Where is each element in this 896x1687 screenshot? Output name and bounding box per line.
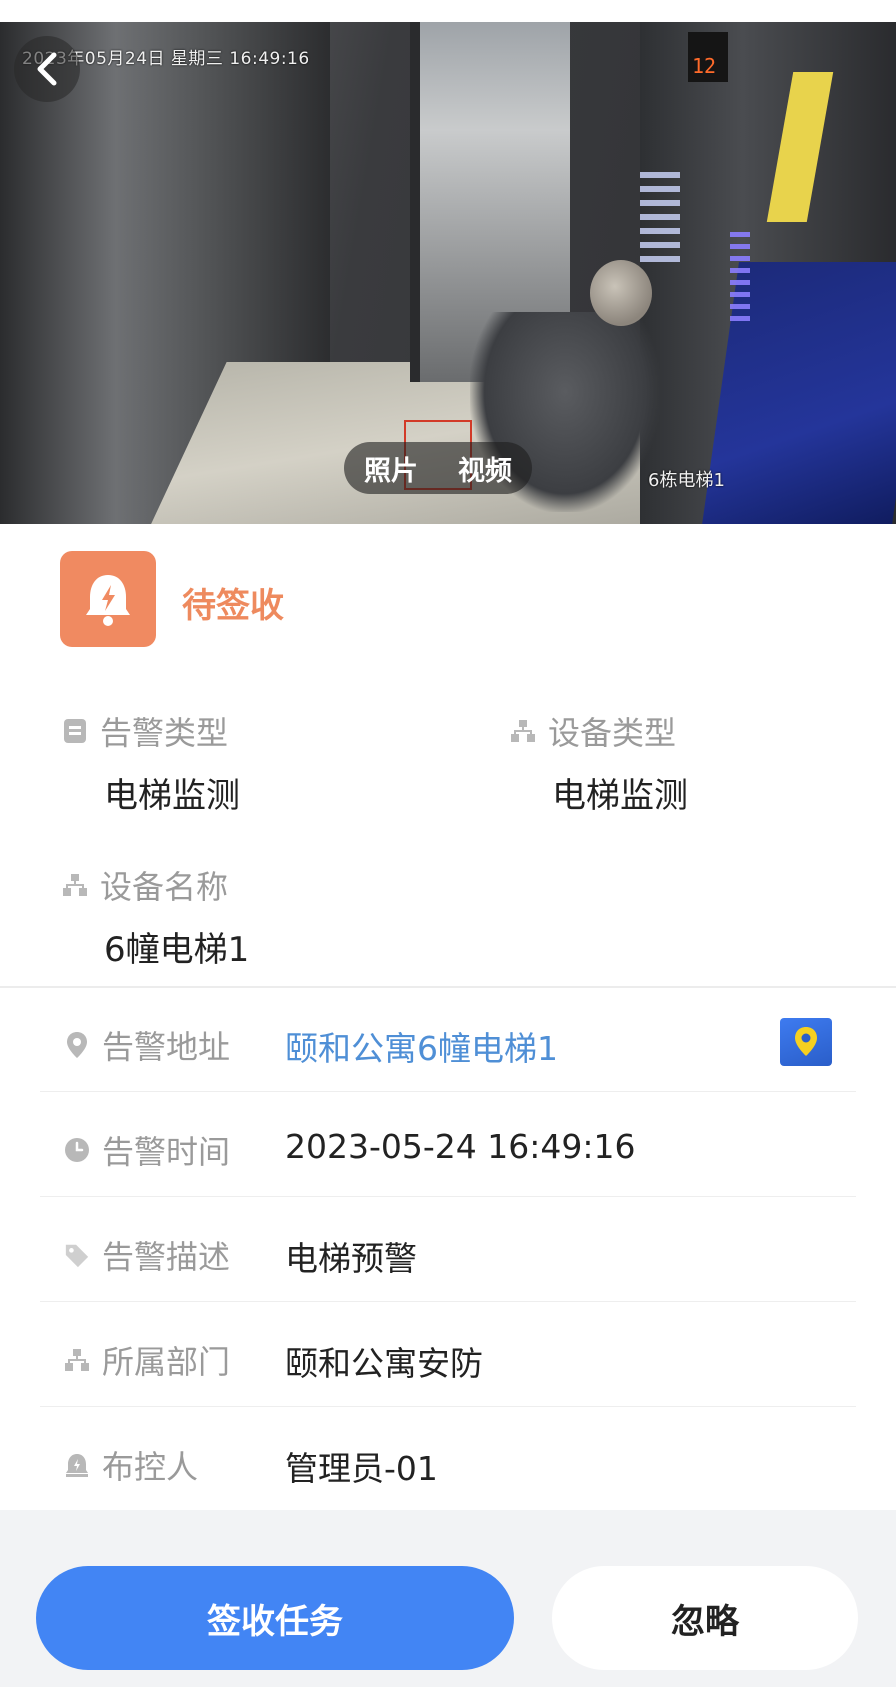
- snapshot-buttons: [640, 172, 680, 262]
- action-bar: 签收任务 忽略: [0, 1510, 896, 1687]
- alarm-type-field: 告警类型 电梯监测: [62, 708, 240, 817]
- status-text: 待签收: [182, 586, 284, 626]
- device-name-value: 6幢电梯1: [104, 930, 250, 970]
- controller-value: 管理员-01: [285, 1449, 438, 1488]
- device-type-value: 电梯监测: [552, 776, 688, 816]
- detail-row-controller: 布控人 管理员-01: [40, 1408, 856, 1512]
- snapshot-camera-label: 6栋电梯1: [648, 470, 725, 491]
- device-type-field: 设备类型 电梯监测: [510, 708, 688, 817]
- alert-bell-icon: [64, 1452, 90, 1478]
- department-label: 所属部门: [102, 1343, 231, 1381]
- back-button[interactable]: [14, 36, 80, 102]
- device-name-field: 设备名称 6幢电梯1: [62, 862, 249, 971]
- time-value: 2023-05-24 16:49:16: [285, 1127, 636, 1166]
- clock-icon: [64, 1137, 90, 1163]
- detail-row-description: 告警描述 电梯预警: [40, 1198, 856, 1302]
- description-label: 告警描述: [102, 1238, 231, 1276]
- address-label: 告警地址: [102, 1028, 231, 1066]
- org-icon: [510, 718, 536, 744]
- device-name-label: 设备名称: [100, 868, 229, 906]
- ignore-button[interactable]: 忽略: [552, 1566, 858, 1670]
- tag-icon: [64, 1242, 90, 1268]
- detail-row-time: 告警时间 2023-05-24 16:49:16: [40, 1093, 856, 1197]
- map-pin-icon: [795, 1027, 817, 1056]
- alarm-snapshot[interactable]: 12 2023年05月24日 星期三 16:49:16 6栋电梯1 照片 视频: [0, 22, 896, 524]
- media-tabs: 照片 视频: [344, 442, 532, 494]
- floor-number: 12: [692, 54, 717, 78]
- time-label: 告警时间: [102, 1133, 231, 1171]
- address-link[interactable]: 颐和公寓6幢电梯1: [285, 1022, 558, 1070]
- snapshot-head: [590, 260, 652, 326]
- alarm-bell-icon: [60, 551, 156, 647]
- tab-photo[interactable]: 照片: [364, 449, 418, 488]
- location-pin-icon: [64, 1032, 90, 1058]
- org-icon: [64, 1347, 90, 1373]
- controller-label: 布控人: [102, 1448, 199, 1486]
- detail-row-address: 告警地址 颐和公寓6幢电梯1: [40, 988, 856, 1092]
- tab-video[interactable]: 视频: [458, 449, 512, 488]
- department-value: 颐和公寓安防: [285, 1344, 483, 1383]
- description-value: 电梯预警: [285, 1239, 417, 1278]
- accept-task-button[interactable]: 签收任务: [36, 1566, 514, 1670]
- detail-row-department: 所属部门 颐和公寓安防: [40, 1303, 856, 1407]
- document-icon: [62, 718, 88, 744]
- device-type-label: 设备类型: [548, 714, 677, 752]
- org-icon: [62, 872, 88, 898]
- snapshot-buttons-lit: [730, 232, 750, 322]
- chevron-left-icon: [37, 52, 57, 86]
- map-button[interactable]: [780, 1018, 832, 1066]
- alarm-type-value: 电梯监测: [104, 776, 240, 816]
- alarm-type-label: 告警类型: [100, 714, 229, 752]
